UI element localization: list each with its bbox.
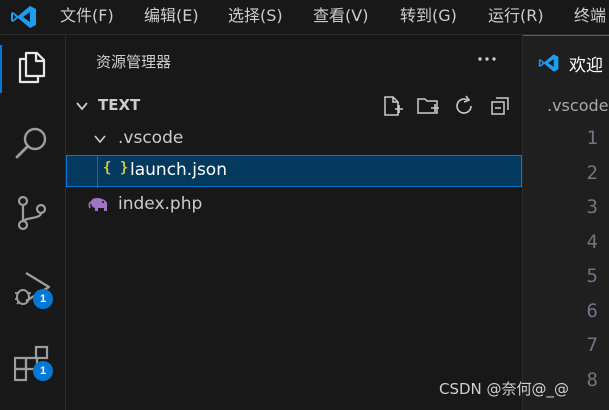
menu-selection[interactable]: 选择(S): [228, 0, 283, 35]
line-number: 5: [586, 265, 598, 287]
explorer-title: 资源管理器: [96, 53, 172, 71]
new-file-icon[interactable]: [380, 94, 404, 118]
line-number: 3: [586, 196, 598, 218]
indent-guide: [97, 156, 98, 188]
refresh-icon[interactable]: [452, 94, 476, 118]
breadcrumb[interactable]: .vscode: [547, 96, 608, 115]
chevron-down-icon: [76, 102, 88, 111]
source-control-icon: [17, 195, 47, 231]
tree-item-label: .vscode: [118, 128, 184, 148]
search-icon: [15, 127, 47, 159]
menu-edit[interactable]: 编辑(E): [144, 0, 199, 35]
tree-item-launch-json[interactable]: { } launch.json: [66, 155, 522, 188]
tab-bar: 欢迎: [523, 35, 609, 90]
extensions-badge: 1: [33, 361, 53, 381]
vscode-logo-icon: [538, 54, 559, 72]
php-elephant-icon: [88, 198, 108, 211]
tree-item-vscode-folder[interactable]: .vscode: [66, 123, 522, 155]
activity-search[interactable]: [0, 111, 66, 171]
line-number: 4: [586, 231, 598, 253]
tree-item-index-php[interactable]: index.php: [66, 189, 522, 221]
files-icon: [18, 51, 46, 84]
line-number: 7: [586, 334, 598, 356]
menu-view[interactable]: 查看(V): [313, 0, 368, 35]
workspace-name: TEXT: [98, 96, 141, 114]
tree-item-label: launch.json: [130, 160, 227, 180]
active-indicator: [0, 45, 2, 93]
line-number: 2: [586, 162, 598, 184]
activity-bar: 1 1: [0, 35, 66, 410]
collapse-all-icon[interactable]: [488, 94, 512, 118]
new-folder-icon[interactable]: [416, 94, 440, 118]
title-bar: 文件(F) 编辑(E) 选择(S) 查看(V) 转到(G) 运行(R) 终端: [0, 0, 609, 35]
tree-item-label: index.php: [118, 194, 203, 214]
csdn-watermark: CSDN @奈何@_@: [439, 380, 570, 398]
json-file-icon: { }: [103, 160, 129, 176]
menu-file[interactable]: 文件(F): [60, 0, 114, 35]
explorer-sidebar: 资源管理器 TEXT .vscode {} launch.json index…: [66, 35, 523, 410]
vscode-logo-icon: [11, 6, 36, 28]
editor-area: 欢迎 .vscode 1 2 3 4 5 6 7 8: [523, 35, 609, 410]
tab-label: 欢迎: [569, 56, 603, 76]
menu-terminal[interactable]: 终端: [574, 0, 606, 35]
chevron-down-icon: [94, 135, 106, 144]
activity-extensions[interactable]: 1: [0, 331, 66, 391]
menu-go[interactable]: 转到(G): [400, 0, 457, 35]
workspace-section-header[interactable]: TEXT: [66, 91, 522, 121]
tab-welcome[interactable]: 欢迎: [523, 35, 609, 90]
activity-run-debug[interactable]: 1: [0, 255, 66, 315]
menu-run[interactable]: 运行(R): [488, 0, 544, 35]
more-actions-icon[interactable]: [474, 46, 500, 72]
activity-source-control[interactable]: [0, 179, 66, 239]
line-number: 6: [586, 300, 598, 322]
activity-explorer[interactable]: [0, 35, 66, 95]
line-number: 1: [586, 127, 598, 149]
debug-badge: 1: [33, 289, 53, 309]
